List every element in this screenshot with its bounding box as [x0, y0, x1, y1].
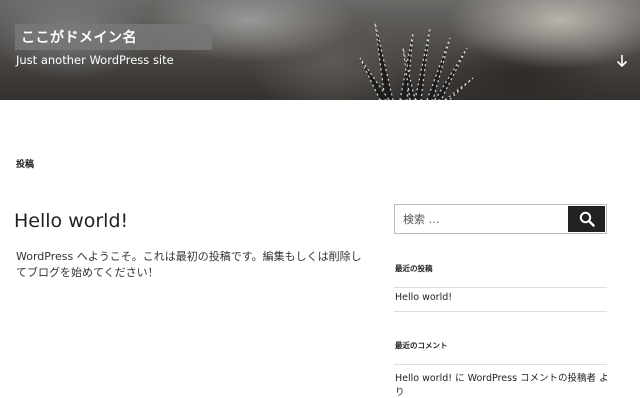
site-header: ここがドメイン名 Just another WordPress site	[0, 0, 640, 100]
search-icon	[579, 211, 595, 227]
recent-posts-title: 最近の投稿	[395, 264, 433, 273]
post-content: WordPress へようこそ。これは最初の投稿です。編集もしくは削除してブログ…	[16, 250, 362, 279]
recent-comment-link[interactable]: Hello world! に WordPress コメントの投稿者 よ	[395, 370, 609, 384]
search-input[interactable]	[395, 205, 576, 233]
search-button[interactable]	[568, 206, 605, 232]
post-title[interactable]: Hello world!	[14, 210, 128, 232]
recent-post-link[interactable]: Hello world!	[395, 292, 452, 303]
header-plant-image	[359, 22, 474, 100]
site-title[interactable]: ここがドメイン名	[21, 27, 137, 47]
posts-heading: 投稿	[16, 160, 35, 170]
site-tagline: Just another WordPress site	[16, 53, 174, 67]
arrow-down-icon[interactable]	[616, 54, 628, 72]
divider	[394, 287, 607, 288]
divider	[394, 364, 607, 365]
recent-comments-title: 最近のコメント	[395, 341, 448, 350]
search-form	[394, 204, 607, 234]
divider	[394, 311, 607, 312]
recent-comment-link-continued[interactable]: り	[395, 384, 405, 398]
